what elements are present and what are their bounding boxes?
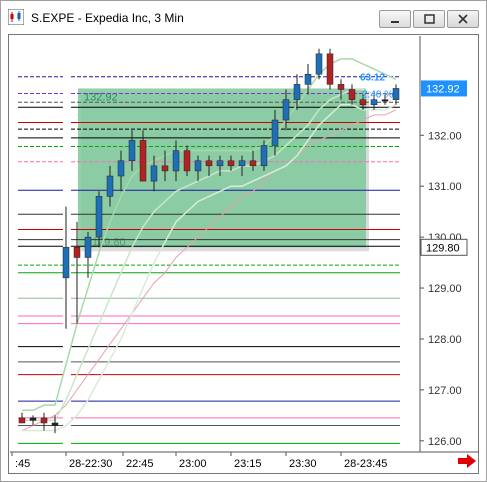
overlay-percent-label: 2.40 % — [362, 90, 393, 101]
x-tick-label: 22:45 — [126, 458, 154, 470]
candle-body[interactable] — [216, 160, 224, 167]
scroll-right-arrow-icon[interactable] — [457, 454, 477, 468]
current-price-label: 132.92 — [426, 83, 460, 95]
candle-body[interactable] — [205, 160, 213, 167]
x-tick-label: 28-22:30 — [69, 458, 112, 470]
y-tick-label: 129.00 — [428, 283, 462, 295]
candle-body[interactable] — [282, 99, 290, 121]
candle-body[interactable] — [29, 417, 37, 421]
restore-icon — [424, 14, 435, 24]
candle-body[interactable] — [62, 247, 70, 279]
candle-body[interactable] — [315, 53, 323, 75]
candle-body[interactable] — [348, 89, 356, 100]
window-title: S.EXPE - Expedia Inc, 3 Min — [31, 11, 184, 25]
candle-body[interactable] — [18, 417, 26, 424]
x-tick-label: 23:00 — [179, 458, 207, 470]
candle-body[interactable] — [117, 160, 125, 177]
close-icon — [458, 14, 468, 24]
candle-body[interactable] — [139, 140, 147, 182]
candle-body[interactable] — [337, 84, 345, 90]
candle-body[interactable] — [106, 175, 114, 197]
marked-price-label: 129.80 — [426, 242, 460, 254]
candle-body[interactable] — [40, 417, 48, 424]
candle-body[interactable] — [271, 119, 279, 146]
candle-body[interactable] — [194, 160, 202, 172]
overlay-value-label: 63.12 — [360, 73, 385, 84]
title-bar[interactable]: S.EXPE - Expedia Inc, 3 Min — [1, 1, 486, 35]
candle-body[interactable] — [128, 140, 136, 161]
candle-body[interactable] — [84, 236, 92, 258]
x-tick-label: 23:30 — [289, 458, 317, 470]
y-tick-label: 127.00 — [428, 385, 462, 397]
x-tick-label: 23:15 — [234, 458, 262, 470]
candle-body[interactable] — [95, 196, 103, 238]
close-button[interactable] — [447, 10, 479, 28]
candle-body[interactable] — [304, 73, 312, 85]
candle-body[interactable] — [150, 165, 158, 182]
x-tick-label: :45 — [15, 458, 30, 470]
candle-body[interactable] — [326, 53, 334, 85]
candle-body[interactable] — [161, 165, 169, 172]
price-chart[interactable]: 132.92 129.80 63.12 2.40 % 126.00 127.00 128.0… — [8, 34, 479, 474]
candle-body[interactable] — [73, 247, 81, 258]
candle-body[interactable] — [260, 145, 268, 167]
restore-button[interactable] — [413, 10, 445, 28]
candle-body[interactable] — [293, 84, 301, 100]
candle-body[interactable] — [183, 150, 191, 172]
y-tick-label: 128.00 — [428, 334, 462, 346]
y-tick-label: 132.00 — [428, 130, 462, 142]
candle-body[interactable] — [249, 160, 257, 167]
candle-body[interactable] — [51, 422, 59, 426]
x-tick-label: 28-23:45 — [344, 458, 387, 470]
candle-body[interactable] — [392, 88, 400, 100]
minimize-button[interactable] — [379, 10, 411, 28]
candle-body[interactable] — [227, 160, 235, 167]
candle-body[interactable] — [172, 150, 180, 172]
chart-app-icon — [8, 9, 24, 25]
minimize-icon — [391, 21, 399, 23]
y-tick-label: 131.00 — [428, 181, 462, 193]
candle-body[interactable] — [238, 160, 246, 167]
y-tick-label: 126.00 — [428, 436, 462, 448]
